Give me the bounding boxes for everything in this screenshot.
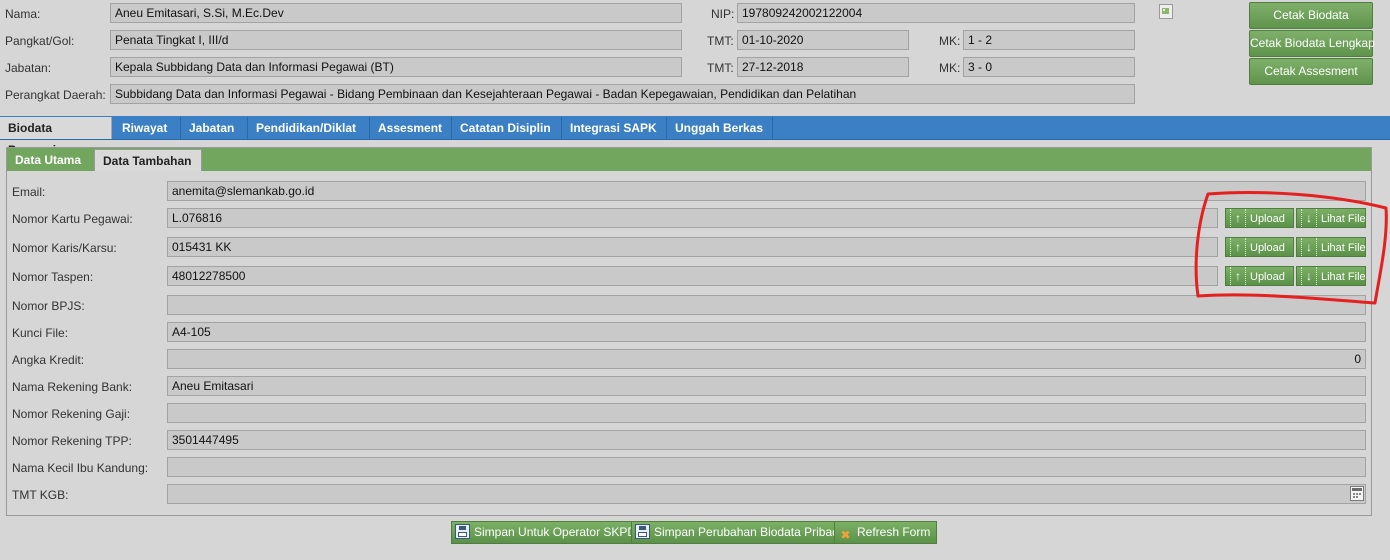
rekening-bank-field[interactable]: Aneu Emitasari [167,376,1366,396]
tmt-kgb-field[interactable] [167,484,1366,504]
simpan-operator-label: Simpan Untuk Operator SKPD [474,525,637,539]
taspen-field[interactable]: 48012278500 [167,266,1218,286]
nama-label: Nama: [5,7,41,21]
cetak-biodata-button[interactable]: Cetak Biodata [1249,2,1373,29]
angka-kredit-field[interactable]: 0 [167,349,1366,369]
email-field[interactable]: anemita@slemankab.go.id [167,181,1366,201]
sub-tab-bar: Data Utama Data Tambahan [7,148,1371,171]
simpan-pribadi-label: Simpan Perubahan Biodata Pribadi [654,525,842,539]
rekening-tpp-label: Nomor Rekening TPP: [12,434,132,448]
mk-jabatan-label: MK: [939,61,961,75]
bpjs-label: Nomor BPJS: [12,299,85,313]
bpjs-field[interactable] [167,295,1366,315]
karis-karsu-field[interactable]: 015431 KK [167,237,1218,257]
kartu-pegawai-field[interactable]: L.076816 [167,208,1218,228]
rekening-gaji-field[interactable] [167,403,1366,423]
perangkat-label: Perangkat Daerah: [5,88,106,102]
main-tab-bar: Biodata Pegawai Riwayat Jabatan Pendidik… [0,116,1390,157]
tab-unggah-berkas[interactable]: Unggah Berkas [667,117,773,139]
jabatan-field: Kepala Subbidang Data dan Informasi Pega… [110,57,682,77]
cetak-biodata-lengkap-button[interactable]: Cetak Biodata Lengkap [1249,30,1375,57]
kunci-file-label: Kunci File: [12,326,69,340]
pangkat-field: Penata Tingkat I, III/d [110,30,682,50]
rekening-tpp-field[interactable]: 3501447495 [167,430,1366,450]
subtab-data-utama[interactable]: Data Utama [7,149,94,171]
simpan-operator-skpd-button[interactable]: Simpan Untuk Operator SKPD [451,521,644,544]
ibu-kandung-label: Nama Kecil Ibu Kandung: [12,461,149,475]
tmt-jabatan-field: 27-12-2018 [737,57,909,77]
cetak-assesment-button[interactable]: Cetak Assesment [1249,58,1373,85]
calendar-icon[interactable] [1350,486,1364,501]
tmt-pangkat-field: 01-10-2020 [737,30,909,50]
rekening-gaji-label: Nomor Rekening Gaji: [12,407,131,421]
ibu-kandung-field[interactable] [167,457,1366,477]
floppy-disk-icon [455,524,470,539]
nama-field: Aneu Emitasari, S.Si, M.Ec.Dev [110,3,682,23]
photo-broken-image-icon [1159,4,1173,19]
karis-karsu-label: Nomor Karis/Karsu: [12,241,117,255]
red-annotation-circle [1194,191,1388,305]
mk-pangkat-label: MK: [939,34,961,48]
tab-riwayat[interactable]: Riwayat [114,117,181,139]
tmt-kgb-label: TMT KGB: [12,488,69,502]
tmt-pangkat-label: TMT: [707,34,734,48]
tab-pendidikan-diklat[interactable]: Pendidikan/Diklat [248,117,370,139]
taspen-label: Nomor Taspen: [12,270,94,284]
angka-kredit-label: Angka Kredit: [12,353,85,367]
nip-field: 197809242002122004 [737,3,1135,23]
mk-pangkat-field: 1 - 2 [963,30,1135,50]
simpan-biodata-pribadi-button[interactable]: Simpan Perubahan Biodata Pribadi [631,521,849,544]
jabatan-label: Jabatan: [5,61,52,75]
perangkat-field: Subbidang Data dan Informasi Pegawai - B… [110,84,1135,104]
tab-assesment[interactable]: Assesment [370,117,452,139]
tab-integrasi-sapk[interactable]: Integrasi SAPK [562,117,667,139]
mk-jabatan-field: 3 - 0 [963,57,1135,77]
subtab-data-tambahan[interactable]: Data Tambahan [94,149,202,171]
refresh-form-button[interactable]: ✖ Refresh Form [834,521,938,544]
floppy-disk-icon [635,524,650,539]
kunci-file-field[interactable]: A4-105 [167,322,1366,342]
x-icon: ✖ [840,528,851,542]
tmt-jabatan-label: TMT: [707,61,734,75]
email-label: Email: [12,185,46,199]
nip-label: NIP: [711,7,735,21]
tab-catatan-disiplin[interactable]: Catatan Disiplin [452,117,562,139]
tab-biodata-pegawai[interactable]: Biodata Pegawai [0,117,112,157]
tab-jabatan[interactable]: Jabatan [181,117,248,139]
kartu-pegawai-label: Nomor Kartu Pegawai: [12,212,133,226]
refresh-label: Refresh Form [857,525,931,539]
pangkat-label: Pangkat/Gol: [5,34,75,48]
rekening-bank-label: Nama Rekening Bank: [12,380,133,394]
